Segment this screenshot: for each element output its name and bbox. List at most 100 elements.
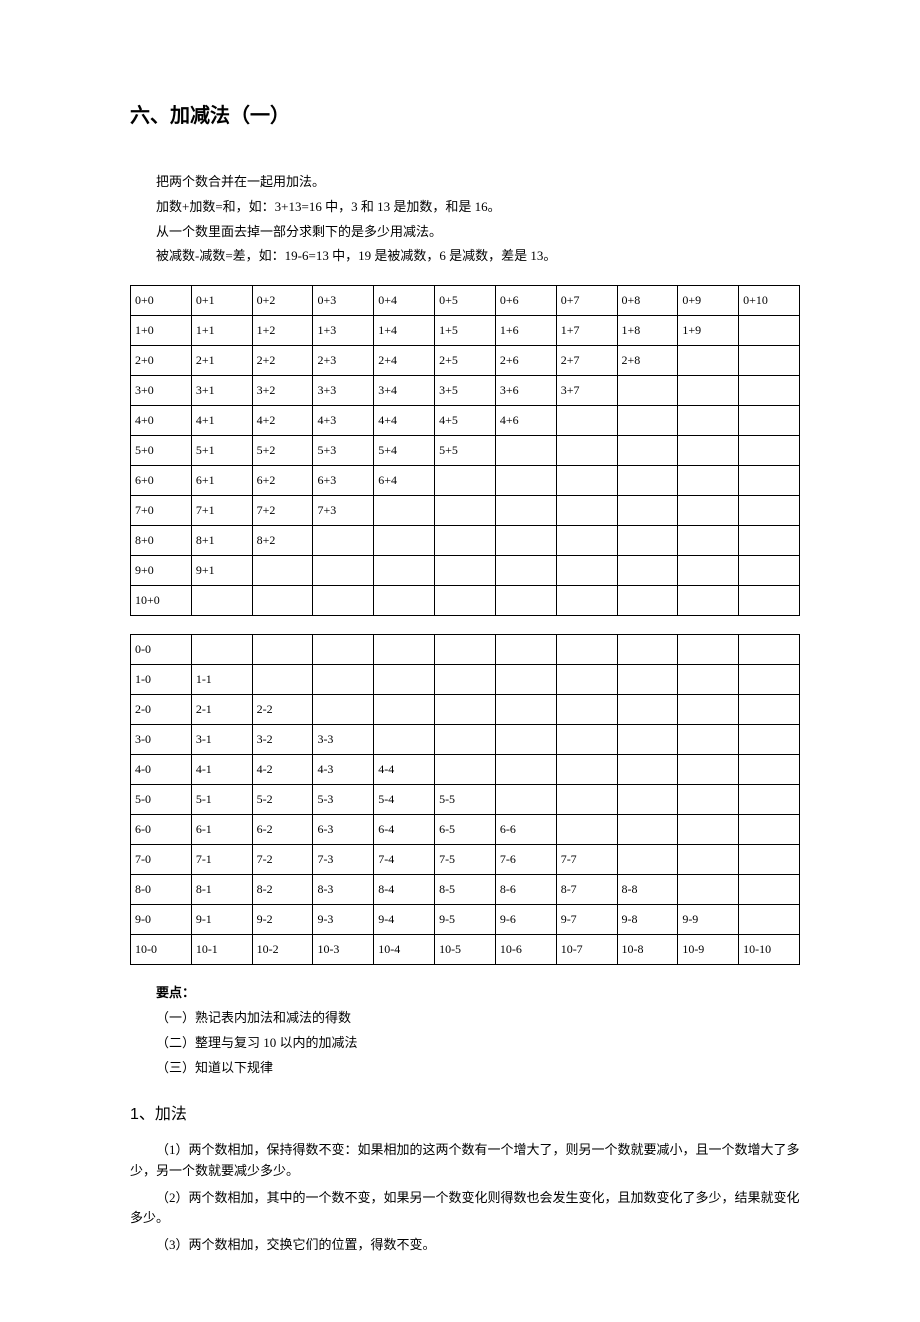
table-cell xyxy=(313,586,374,616)
table-cell: 6-5 xyxy=(435,815,496,845)
rule-item: （3）两个数相加，交换它们的位置，得数不变。 xyxy=(130,1235,800,1256)
table-cell: 6+2 xyxy=(252,466,313,496)
table-cell: 3+6 xyxy=(495,376,556,406)
table-cell xyxy=(617,436,678,466)
table-cell xyxy=(678,815,739,845)
table-cell: 5+3 xyxy=(313,436,374,466)
table-cell: 5-4 xyxy=(374,785,435,815)
table-cell xyxy=(252,556,313,586)
table-cell xyxy=(495,556,556,586)
table-cell xyxy=(556,785,617,815)
key-point-item: （二）整理与复习 10 以内的加减法 xyxy=(130,1033,800,1054)
table-row: 4+04+14+24+34+44+54+6 xyxy=(131,406,800,436)
table-cell xyxy=(739,755,800,785)
table-cell: 7+0 xyxy=(131,496,192,526)
table-cell: 9-0 xyxy=(131,905,192,935)
table-cell xyxy=(556,436,617,466)
table-cell xyxy=(495,466,556,496)
table-cell: 2-0 xyxy=(131,695,192,725)
table-cell xyxy=(678,406,739,436)
table-cell xyxy=(739,635,800,665)
table-cell xyxy=(739,556,800,586)
table-cell xyxy=(191,635,252,665)
table-cell xyxy=(495,725,556,755)
table-cell: 2+6 xyxy=(495,346,556,376)
table-cell xyxy=(678,755,739,785)
table-cell xyxy=(739,586,800,616)
table-cell: 8-2 xyxy=(252,875,313,905)
table-cell: 4+5 xyxy=(435,406,496,436)
table-row: 0-0 xyxy=(131,635,800,665)
table-cell xyxy=(495,635,556,665)
table-row: 5+05+15+25+35+45+5 xyxy=(131,436,800,466)
table-cell: 5-5 xyxy=(435,785,496,815)
table-cell: 4+0 xyxy=(131,406,192,436)
table-cell: 4+4 xyxy=(374,406,435,436)
table-cell xyxy=(739,406,800,436)
table-cell: 10-2 xyxy=(252,935,313,965)
table-cell xyxy=(435,586,496,616)
table-cell: 0+4 xyxy=(374,286,435,316)
table-cell: 2+0 xyxy=(131,346,192,376)
table-cell xyxy=(495,586,556,616)
table-cell xyxy=(435,665,496,695)
key-point-item: （一）熟记表内加法和减法的得数 xyxy=(130,1008,800,1029)
table-cell: 0+1 xyxy=(191,286,252,316)
table-cell xyxy=(739,376,800,406)
table-row: 6-06-16-26-36-46-56-6 xyxy=(131,815,800,845)
table-cell xyxy=(678,466,739,496)
table-cell xyxy=(678,665,739,695)
table-cell xyxy=(252,665,313,695)
table-row: 4-04-14-24-34-4 xyxy=(131,755,800,785)
table-cell: 4+1 xyxy=(191,406,252,436)
table-cell: 2-2 xyxy=(252,695,313,725)
table-cell: 2+8 xyxy=(617,346,678,376)
table-cell xyxy=(617,496,678,526)
table-cell: 6-0 xyxy=(131,815,192,845)
table-cell: 0+7 xyxy=(556,286,617,316)
table-cell: 3-3 xyxy=(313,725,374,755)
table-row: 2+02+12+22+32+42+52+62+72+8 xyxy=(131,346,800,376)
table-cell: 1-0 xyxy=(131,665,192,695)
table-cell: 8-4 xyxy=(374,875,435,905)
table-cell xyxy=(739,785,800,815)
table-row: 1+01+11+21+31+41+51+61+71+81+9 xyxy=(131,316,800,346)
table-cell xyxy=(617,376,678,406)
table-cell: 10+0 xyxy=(131,586,192,616)
table-cell: 8+0 xyxy=(131,526,192,556)
table-cell: 9-7 xyxy=(556,905,617,935)
table-cell xyxy=(678,436,739,466)
table-cell xyxy=(556,755,617,785)
table-cell xyxy=(435,466,496,496)
table-cell xyxy=(435,695,496,725)
table-cell: 2+1 xyxy=(191,346,252,376)
table-cell: 10-8 xyxy=(617,935,678,965)
table-cell xyxy=(313,695,374,725)
table-cell xyxy=(678,496,739,526)
table-row: 3-03-13-23-3 xyxy=(131,725,800,755)
table-cell xyxy=(739,665,800,695)
table-cell: 5+2 xyxy=(252,436,313,466)
table-cell xyxy=(556,815,617,845)
table-cell: 10-5 xyxy=(435,935,496,965)
table-cell xyxy=(374,526,435,556)
table-cell xyxy=(739,466,800,496)
table-cell: 4+2 xyxy=(252,406,313,436)
table-cell xyxy=(556,406,617,436)
table-cell: 0+6 xyxy=(495,286,556,316)
table-cell xyxy=(556,496,617,526)
table-cell xyxy=(678,586,739,616)
table-cell xyxy=(495,785,556,815)
table-cell xyxy=(617,586,678,616)
table-cell: 6+3 xyxy=(313,466,374,496)
table-cell: 4+3 xyxy=(313,406,374,436)
table-cell xyxy=(617,406,678,436)
table-cell xyxy=(617,635,678,665)
table-row: 0+00+10+20+30+40+50+60+70+80+90+10 xyxy=(131,286,800,316)
table-cell xyxy=(617,556,678,586)
table-cell xyxy=(739,695,800,725)
table-cell xyxy=(739,725,800,755)
table-cell: 2+7 xyxy=(556,346,617,376)
table-cell: 2+5 xyxy=(435,346,496,376)
table-cell: 4-2 xyxy=(252,755,313,785)
